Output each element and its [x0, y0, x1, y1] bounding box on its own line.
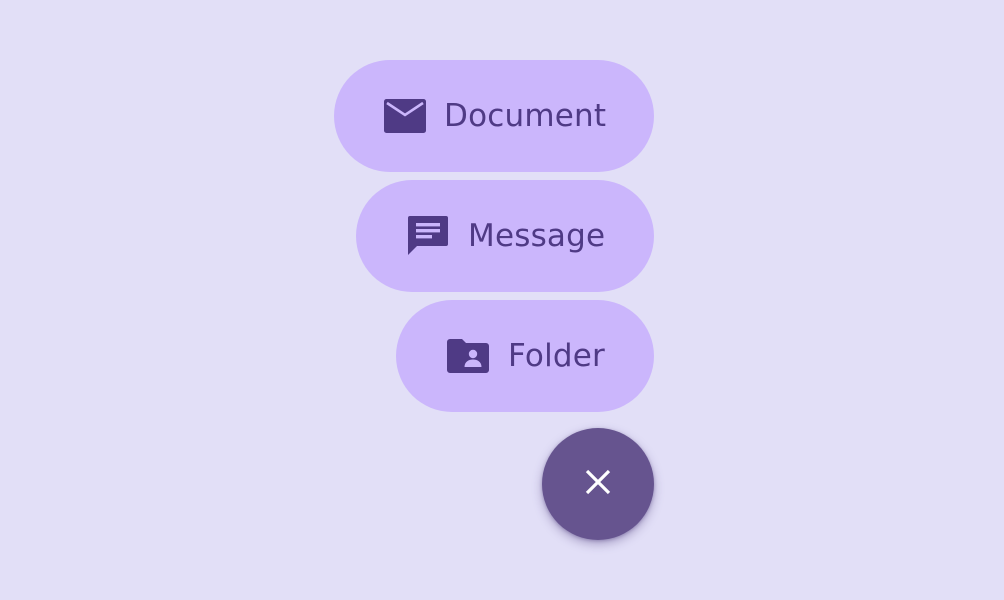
menu-item-folder[interactable]: Folder: [396, 300, 654, 412]
menu-item-label: Message: [468, 218, 606, 254]
close-fab-button[interactable]: [542, 428, 654, 540]
fab-menu: Document Message Folder: [0, 0, 1004, 600]
menu-item-label: Folder: [508, 338, 606, 374]
mail-icon: [384, 94, 426, 138]
chat-message-icon: [406, 214, 450, 258]
menu-item-document[interactable]: Document: [334, 60, 654, 172]
menu-item-message[interactable]: Message: [356, 180, 654, 292]
shared-folder-icon: [446, 334, 490, 378]
close-icon: [584, 468, 612, 500]
menu-item-label: Document: [444, 98, 607, 134]
